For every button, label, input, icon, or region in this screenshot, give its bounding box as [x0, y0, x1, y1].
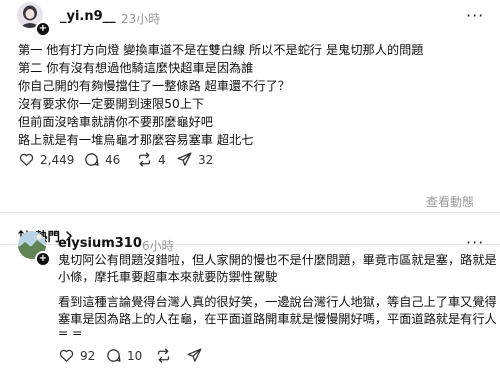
more-options-icon[interactable]: ···	[466, 6, 484, 25]
repost-icon	[157, 348, 170, 363]
repost-button[interactable]	[155, 347, 172, 364]
view-activity-link[interactable]: 查看動態	[426, 193, 474, 210]
post-text-line: 第二 你有沒有想過他騎這麼快超車是因為誰	[18, 61, 254, 75]
reply-text-line: 小條，摩托車要超車本來就要防禦性駕駛	[58, 270, 278, 284]
share-button[interactable]: 32	[176, 151, 213, 168]
post-text-line: 但前面沒啥車就請你不要那麼龜好吧	[18, 115, 213, 129]
like-count: 2,449	[40, 152, 75, 167]
post-username[interactable]: _yi.n9__	[60, 9, 116, 24]
reply-text-line: 看到這種言論覺得台灣人真的很好笑，一邊說台灣行人地獄，等自己上了車又覺得	[58, 295, 497, 309]
reply-text-line: 鬼切阿公有問題沒錯啦，但人家開的慢也不是什麼問題，畢竟市區就是塞，路就是	[58, 253, 497, 267]
divider	[0, 212, 500, 213]
reply-text-line: 塞車是因為路上的人在龜，在平面道路開車就是慢慢開好嗎，平面道路就是有行人	[58, 312, 497, 326]
share-button[interactable]	[186, 347, 203, 364]
follow-plus-icon[interactable]: +	[35, 251, 51, 267]
post-text-line: 你自己開的有夠慢擋住了一整條路 超車還不行了？	[18, 79, 290, 93]
send-icon	[177, 152, 192, 166]
heart-icon	[59, 349, 74, 362]
like-button[interactable]: 2,449	[18, 151, 74, 168]
comment-count: 46	[105, 152, 121, 167]
repost-button[interactable]: 4	[136, 151, 166, 168]
comment-icon	[107, 349, 121, 362]
post-text-line: 第一 他有打方向燈 變換車道不是在雙白線 所以不是蛇行 是鬼切那人的問題	[18, 43, 424, 57]
share-count: 32	[198, 152, 214, 167]
heart-icon	[19, 153, 34, 166]
more-options-icon[interactable]: ···	[466, 233, 484, 252]
comment-icon	[85, 153, 99, 166]
post-text-line: 路上就是有一堆烏龜才那麼容易塞車 超北七	[18, 133, 254, 147]
post-text-line: 沒有要求你一定要開到速限50上下	[18, 97, 205, 111]
like-count: 92	[80, 348, 96, 363]
reply-username[interactable]: elysium310	[58, 236, 142, 251]
post-timestamp: 23小時	[121, 12, 161, 26]
follow-plus-icon[interactable]: +	[35, 21, 51, 37]
comment-button[interactable]: 46	[83, 151, 120, 168]
like-button[interactable]: 92	[58, 347, 95, 364]
comment-button[interactable]: 10	[105, 347, 142, 364]
repost-count: 4	[158, 152, 166, 167]
comment-count: 10	[127, 348, 143, 363]
send-icon	[187, 348, 202, 362]
reply-text-line: = =	[58, 326, 83, 340]
repost-icon	[138, 152, 151, 167]
